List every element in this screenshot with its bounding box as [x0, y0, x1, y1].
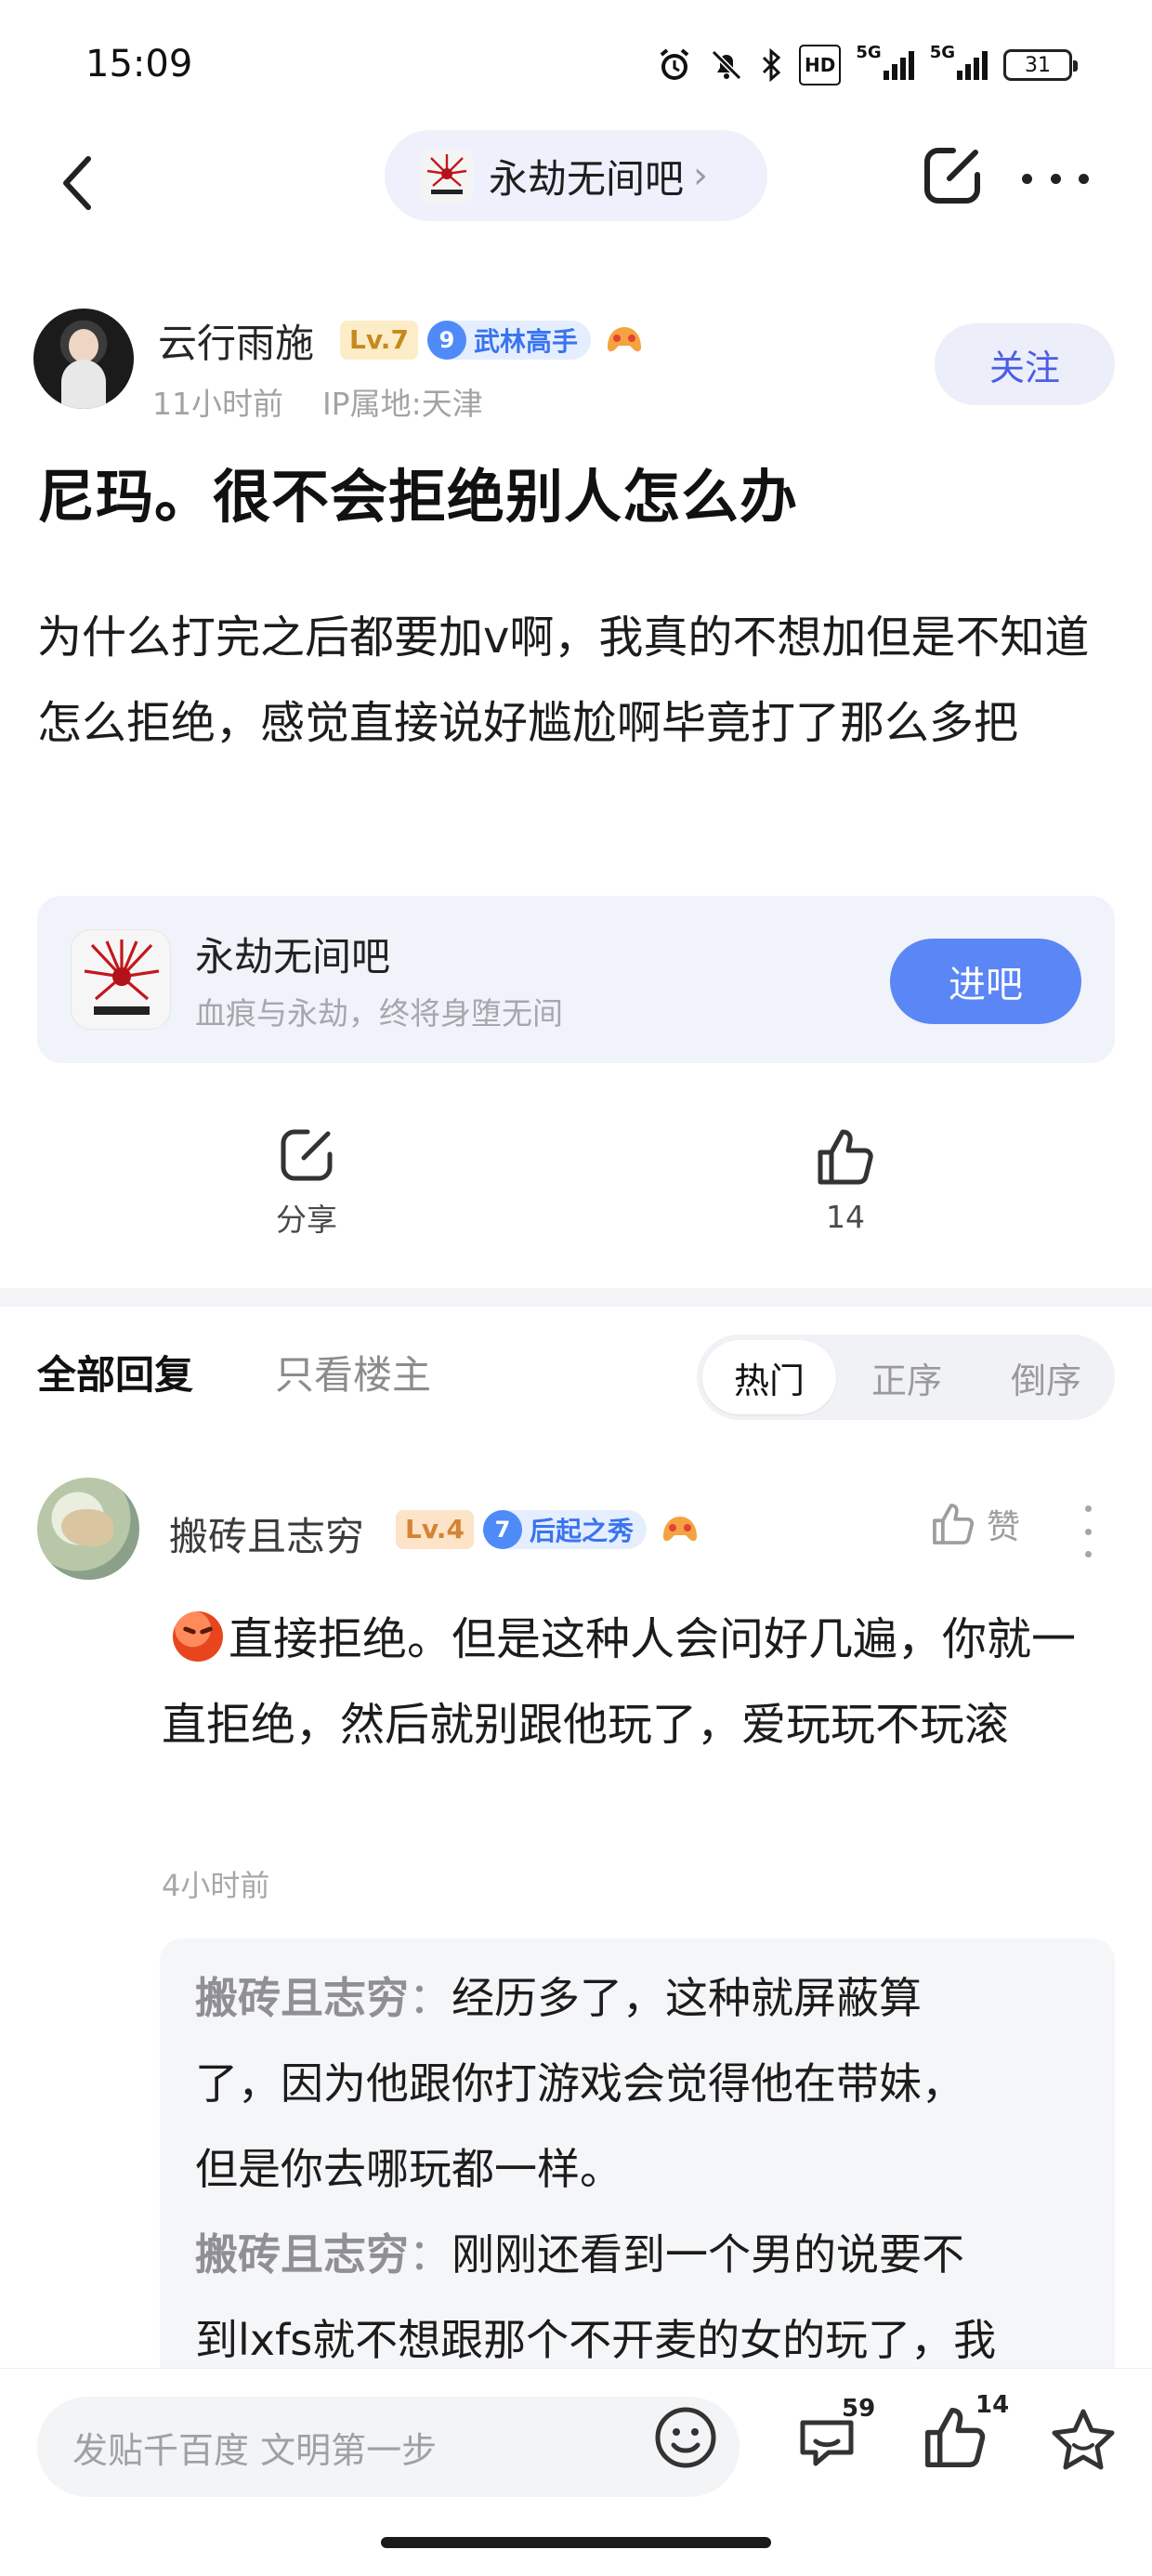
commenter-name[interactable]: 搬砖且志穷: [169, 1505, 364, 1562]
forum-pill-title: 永劫无间吧: [489, 155, 685, 202]
sub-reply-sep: ：: [409, 2229, 452, 2280]
share-button[interactable]: 分享: [232, 1124, 381, 1240]
author-level-badge: Lv.7: [340, 321, 418, 360]
more-dot: [1022, 173, 1032, 184]
angry-face-icon: [173, 1611, 223, 1662]
nav-bar: 永劫无间吧 ›: [0, 130, 1152, 269]
tab-owner-only[interactable]: 只看楼主: [275, 1344, 431, 1400]
avatar-body: [61, 360, 106, 409]
comment-like-button[interactable]: 赞: [929, 1500, 1020, 1548]
status-bar: 15:09 HD 5G 5G 31: [0, 0, 1152, 130]
forum-card-slogan: 血痕与永劫，终将身堕无间: [195, 995, 563, 1032]
more-dot: [1084, 1551, 1092, 1557]
title-level-gem: 9: [426, 321, 466, 360]
share-icon: [281, 1129, 333, 1181]
more-dot: [1079, 173, 1089, 184]
sort-toggle: 热门 正序 倒序: [697, 1334, 1115, 1420]
battery-icon: 31: [1003, 49, 1078, 81]
battery-level: 31: [1025, 53, 1051, 77]
alarm-icon: [656, 45, 693, 85]
avatar-bird: [61, 1509, 113, 1546]
back-arrow-icon: [63, 156, 91, 210]
more-dot: [1050, 173, 1061, 184]
comment-more-button[interactable]: [1078, 1505, 1098, 1557]
signal-label-1: 5G: [856, 43, 882, 62]
sub-reply-2-line-1: 搬砖且志穷：刚刚还看到一个男的说要不: [195, 2212, 1096, 2297]
bluetooth-icon: [760, 45, 784, 85]
comments-button[interactable]: 59: [790, 2395, 875, 2478]
author-title-badge: 9 武林高手: [426, 321, 591, 360]
commenter-title-text: 后起之秀: [529, 1516, 634, 1546]
sub-reply-sep: ：: [409, 1973, 452, 2023]
thumbs-up-icon: [933, 1504, 975, 1544]
commenter-badges: Lv.4 7 后起之秀: [396, 1509, 704, 1550]
chevron-right-icon: ›: [693, 154, 709, 197]
title-level-gem: 7: [482, 1510, 522, 1549]
smiley-icon: [655, 2407, 716, 2468]
emoji-button[interactable]: [648, 2400, 723, 2475]
forum-logo-icon: [71, 929, 171, 1030]
comment-like-label: 赞: [987, 1508, 1021, 1546]
comment-count: 59: [842, 2395, 876, 2423]
home-indicator[interactable]: [381, 2537, 771, 2548]
forum-card-name: 永劫无间吧: [195, 934, 391, 979]
author-badges: Lv.7 9 武林高手: [340, 320, 648, 361]
more-options-button[interactable]: [1022, 151, 1089, 206]
sub-reply-1-line-1: 搬砖且志穷：经历多了，这种就屏蔽算: [195, 1955, 1096, 2041]
signal-label-2: 5G: [929, 43, 955, 62]
star-icon: [1052, 2409, 1115, 2470]
status-icons: HD 5G 5G 31: [656, 45, 1078, 85]
sub-reply-author[interactable]: 搬砖且志穷: [195, 1973, 409, 2023]
edit-icon: [924, 148, 980, 204]
favorite-button[interactable]: [1046, 2402, 1120, 2477]
sub-replies[interactable]: 搬砖且志穷：经历多了，这种就屏蔽算 了，因为他跟你打游戏会觉得他在带妹， 但是你…: [160, 1939, 1115, 2403]
tab-all-replies[interactable]: 全部回复: [37, 1344, 193, 1400]
commenter-level-badge: Lv.4: [396, 1510, 474, 1549]
sort-ascending[interactable]: 正序: [851, 1334, 962, 1420]
forum-card[interactable]: 永劫无间吧 血痕与永劫，终将身堕无间 进吧: [37, 896, 1115, 1063]
sub-reply-text: 刚刚还看到一个男的说要不: [452, 2229, 964, 2280]
back-button[interactable]: [45, 141, 110, 225]
commenter-avatar[interactable]: [37, 1478, 139, 1580]
sub-reply-1-line-3: 但是你去哪玩都一样。: [195, 2144, 622, 2194]
more-dot: [1084, 1528, 1092, 1535]
author-title-text: 武林高手: [473, 326, 578, 357]
thumbs-up-icon: [818, 1129, 873, 1185]
sub-reply-text: 经历多了，这种就屏蔽算: [452, 1973, 922, 2023]
author-avatar[interactable]: [33, 309, 134, 409]
like-count: 14: [826, 1199, 865, 1235]
post-meta: 11小时前 IP属地:天津: [152, 386, 483, 422]
game-badge-icon: [600, 320, 648, 361]
comment-time: 4小时前: [162, 1868, 270, 1903]
forum-logo-icon: [420, 149, 474, 203]
section-divider: [0, 1288, 1152, 1307]
signal-icon: 5G: [856, 45, 914, 85]
avatar-head: [69, 329, 98, 362]
sub-reply-author[interactable]: 搬砖且志穷: [195, 2229, 409, 2280]
signal-icon-2: 5G: [930, 45, 988, 85]
post-title: 尼玛。很不会拒绝别人怎么办: [37, 463, 799, 531]
post-body: 为什么打完之后都要加v啊，我真的不想加但是不知道怎么拒绝，感觉直接说好尴尬啊毕竟…: [37, 611, 1090, 749]
comment-text: 直接拒绝。但是这种人会问好几遍，你就一直拒绝，然后就别跟他玩了，爱玩玩不玩滚: [162, 1613, 1077, 1751]
game-badge-icon: [656, 1509, 704, 1550]
follow-button[interactable]: 关注: [935, 323, 1115, 405]
sub-reply-1-line-2: 了，因为他跟你打游戏会觉得他在带妹，: [195, 2058, 964, 2109]
like-post-button[interactable]: 14: [771, 1124, 920, 1235]
mute-bell-icon: [708, 45, 745, 85]
sort-descending[interactable]: 倒序: [990, 1334, 1102, 1420]
comment-input[interactable]: 发贴千百度 文明第一步: [37, 2397, 740, 2497]
forum-pill[interactable]: 永劫无间吧 ›: [385, 130, 767, 221]
hd-icon: HD: [799, 45, 842, 85]
author-name[interactable]: 云行雨施: [158, 312, 314, 369]
enter-forum-button[interactable]: 进吧: [890, 939, 1081, 1024]
edit-post-button[interactable]: [918, 141, 987, 210]
status-time: 15:09: [85, 43, 193, 85]
bottom-like-button[interactable]: 14: [920, 2391, 1009, 2477]
comment-body: 直接拒绝。但是这种人会问好几遍，你就一直拒绝，然后就别跟他玩了，爱玩玩不玩滚: [162, 1597, 1119, 1768]
bottom-like-count: 14: [975, 2391, 1010, 2419]
share-label: 分享: [276, 1202, 337, 1238]
more-dot: [1084, 1505, 1092, 1512]
commenter-title-badge: 7 后起之秀: [482, 1510, 647, 1549]
sort-hot[interactable]: 热门: [702, 1340, 836, 1414]
